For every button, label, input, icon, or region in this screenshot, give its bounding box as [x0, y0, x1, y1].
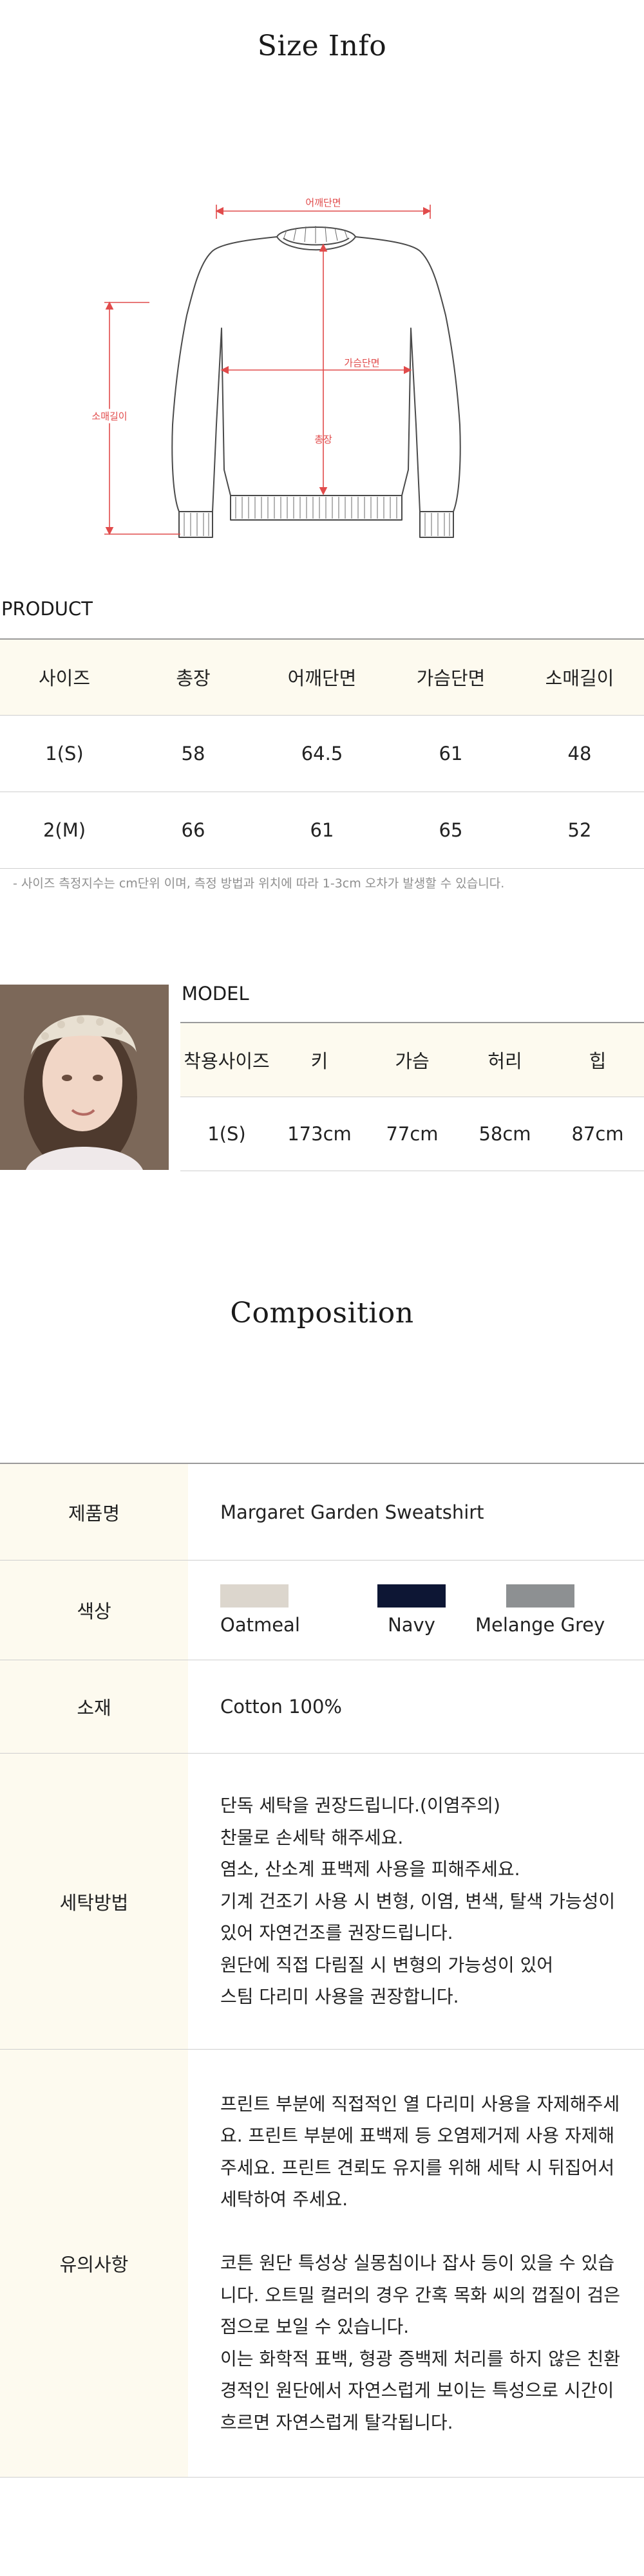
swatch-color-box	[377, 1584, 446, 1608]
table-cell: 173cm	[273, 1097, 366, 1171]
table-cell: 52	[515, 792, 644, 869]
table-cell: 2(M)	[0, 792, 129, 869]
row-key: 유의사항	[0, 2050, 188, 2477]
table-header-row: 착용사이즈 키 가슴 허리 힙	[180, 1022, 644, 1097]
table-cell: 77cm	[366, 1097, 459, 1171]
table-row: 1(S) 173cm 77cm 58cm 87cm	[180, 1097, 644, 1171]
model-label: MODEL	[182, 983, 249, 1005]
sweatshirt-size-diagram: 어깨단면 가슴단면 총장 소매길이	[90, 197, 461, 538]
product-size-table: 사이즈 총장 어깨단면 가슴단면 소매길이 1(S) 58 64.5 61 48…	[0, 638, 644, 869]
header-length: 총장	[129, 638, 258, 716]
swatch-oatmeal: Oatmeal	[220, 1584, 348, 1636]
table-cell: 58cm	[459, 1097, 551, 1171]
chest-label: 가슴단면	[344, 357, 379, 369]
material-row: 소재 Cotton 100%	[0, 1660, 644, 1754]
washing-row: 세탁방법 단독 세탁을 권장드립니다.(이염주의) 찬물로 손세탁 해주세요. …	[0, 1754, 644, 2050]
product-name-value: Margaret Garden Sweatshirt	[220, 1501, 484, 1523]
model-size-table: 착용사이즈 키 가슴 허리 힙 1(S) 173cm 77cm 58cm 87c…	[180, 1022, 644, 1171]
model-photo	[0, 985, 169, 1170]
row-key: 색상	[0, 1561, 188, 1660]
washing-value: 단독 세탁을 권장드립니다.(이염주의) 찬물로 손세탁 해주세요. 염소, 산…	[220, 1795, 616, 2008]
table-cell: 61	[258, 792, 386, 869]
header-sleeve: 소매길이	[515, 638, 644, 716]
swatch-navy: Navy	[348, 1584, 475, 1636]
composition-title: Composition	[230, 1297, 414, 1330]
header-chest: 가슴단면	[386, 638, 515, 716]
header-hip: 힙	[551, 1022, 644, 1097]
caution-row: 유의사항 프린트 부분에 직접적인 열 다리미 사용을 자제해주세 요. 프린트…	[0, 2050, 644, 2478]
table-cell: 65	[386, 792, 515, 869]
size-info-title: Size Info	[257, 30, 387, 62]
table-cell: 61	[386, 715, 515, 792]
color-value: Oatmeal Navy Melange Grey	[188, 1561, 644, 1660]
swatch-melange-grey: Melange Grey	[475, 1584, 605, 1636]
table-cell: 87cm	[551, 1097, 644, 1171]
header-size: 사이즈	[0, 638, 129, 716]
caution-value: 프린트 부분에 직접적인 열 다리미 사용을 자제해주세 요. 프린트 부분에 …	[220, 2093, 621, 2433]
header-shoulder: 어깨단면	[258, 638, 386, 716]
row-key: 소재	[0, 1660, 188, 1753]
collar	[276, 227, 356, 237]
table-cell: 64.5	[258, 715, 386, 792]
hem-rib	[230, 496, 402, 521]
sleeve-label: 소매길이	[91, 411, 127, 422]
swatch-name: Oatmeal	[220, 1614, 300, 1636]
shoulder-label: 어깨단면	[305, 197, 341, 208]
table-cell: 48	[515, 715, 644, 792]
color-row: 색상 Oatmeal Navy Melange Grey	[0, 1561, 644, 1660]
table-cell: 1(S)	[0, 715, 129, 792]
header-waist: 허리	[459, 1022, 551, 1097]
swatch-color-box	[220, 1584, 289, 1608]
swatch-name: Melange Grey	[475, 1614, 605, 1636]
header-worn-size: 착용사이즈	[180, 1022, 273, 1097]
row-key: 세탁방법	[0, 1754, 188, 2049]
table-cell: 1(S)	[180, 1097, 273, 1171]
sweater-outline	[171, 236, 461, 512]
table-header-row: 사이즈 총장 어깨단면 가슴단면 소매길이	[0, 638, 644, 716]
product-label: PRODUCT	[1, 598, 93, 620]
measurement-note: - 사이즈 측정지수는 cm단위 이며, 측정 방법과 위치에 따라 1-3cm…	[13, 876, 505, 891]
composition-table: 제품명 Margaret Garden Sweatshirt 색상 Oatmea…	[0, 1463, 644, 2478]
table-row: 2(M) 66 61 65 52	[0, 792, 644, 869]
table-row: 1(S) 58 64.5 61 48	[0, 715, 644, 792]
table-cell: 58	[129, 715, 258, 792]
header-height: 키	[273, 1022, 366, 1097]
swatch-color-box	[506, 1584, 574, 1608]
color-swatches: Oatmeal Navy Melange Grey	[220, 1584, 644, 1636]
length-label: 총장	[314, 434, 332, 445]
header-bust: 가슴	[366, 1022, 459, 1097]
product-name-row: 제품명 Margaret Garden Sweatshirt	[0, 1464, 644, 1561]
row-key: 제품명	[0, 1464, 188, 1560]
material-value: Cotton 100%	[220, 1696, 342, 1718]
table-cell: 66	[129, 792, 258, 869]
swatch-name: Navy	[388, 1614, 435, 1636]
